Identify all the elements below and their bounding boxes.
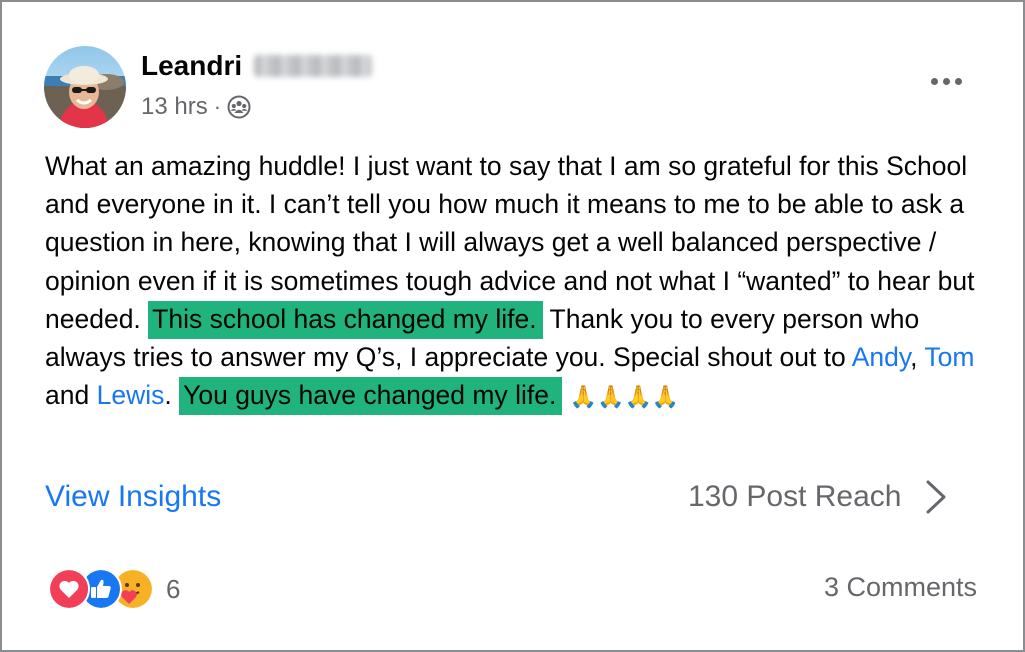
comments-count-link[interactable]: 3 Comments xyxy=(824,572,977,603)
avatar-photo xyxy=(44,46,126,128)
group-icon xyxy=(227,95,251,119)
mention-tom[interactable]: Tom xyxy=(924,342,974,372)
meta-separator: · xyxy=(213,94,222,119)
chevron-right-icon xyxy=(926,480,946,514)
more-icon-dot xyxy=(930,77,938,85)
mention-andy[interactable]: Andy xyxy=(852,342,910,372)
blurred-last-name xyxy=(254,55,373,77)
post-card: Leandri 13 hrs · What an amazing huddle!… xyxy=(0,0,1025,652)
and-text: and xyxy=(45,380,90,411)
view-insights-link[interactable]: View Insights xyxy=(45,480,221,514)
author-first-name: Leandri xyxy=(141,50,243,81)
reaction-count: 6 xyxy=(166,573,181,604)
comma: , xyxy=(910,342,918,373)
author-avatar[interactable] xyxy=(44,46,126,128)
period: . xyxy=(164,380,172,411)
more-icon-dot xyxy=(954,77,962,85)
praying-hands-emoji: 🙏🙏🙏🙏 xyxy=(569,385,680,411)
post-reach-link[interactable]: 130 Post Reach xyxy=(688,479,949,515)
post-reach-label: 130 Post Reach xyxy=(688,480,902,513)
post-meta: 13 hrs · xyxy=(141,93,251,121)
highlight-guys-changed-life: You guys have changed my life. xyxy=(179,377,563,416)
highlight-school-changed-life: This school has changed my life. xyxy=(148,300,543,339)
love-reaction-icon xyxy=(48,568,90,610)
mention-lewis[interactable]: Lewis xyxy=(97,380,165,410)
more-options-button[interactable] xyxy=(924,68,968,94)
author-name[interactable]: Leandri xyxy=(141,50,373,82)
more-icon-dot xyxy=(942,77,950,85)
post-body: What an amazing huddle! I just want to s… xyxy=(45,147,995,417)
post-time[interactable]: 13 hrs xyxy=(141,93,208,121)
reactions-summary[interactable]: 6 xyxy=(48,568,180,610)
